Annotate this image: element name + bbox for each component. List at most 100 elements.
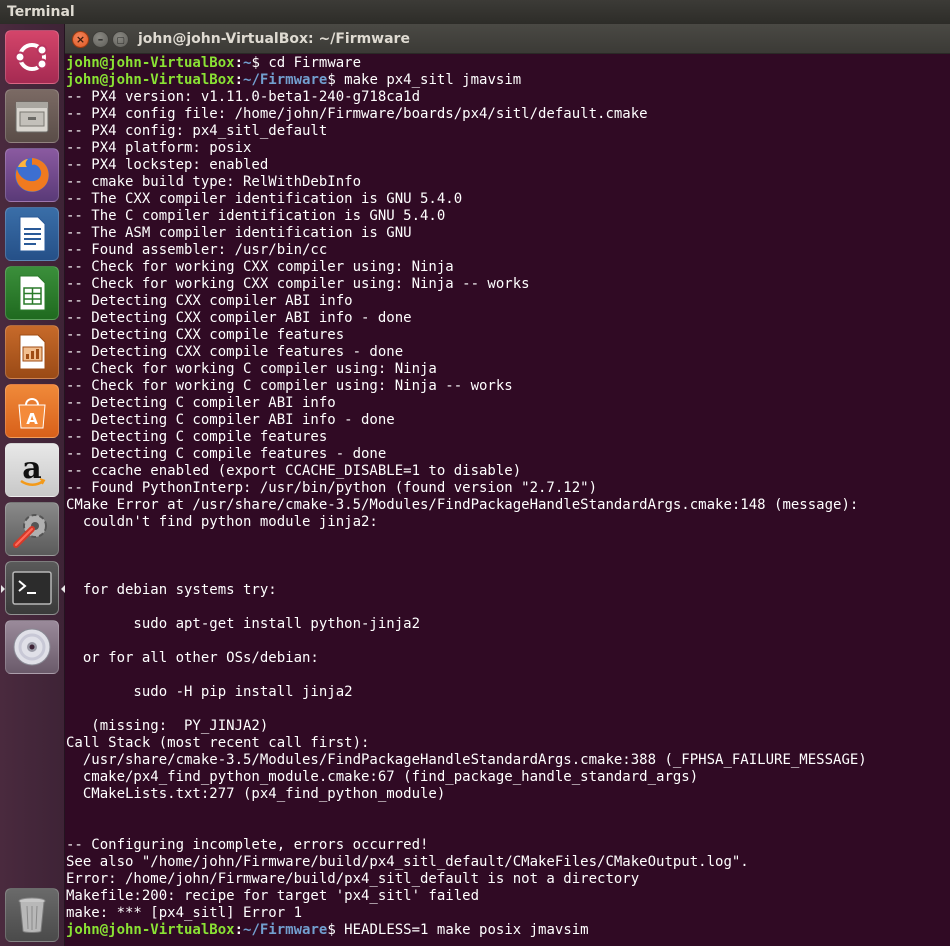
output-line: -- Detecting C compiler ABI info xyxy=(66,395,336,411)
trash-icon xyxy=(18,897,46,933)
firefox-launcher-button[interactable] xyxy=(5,148,59,202)
window-title: john@john-VirtualBox: ~/Firmware xyxy=(138,31,410,47)
output-line: CMakeLists.txt:277 (px4_find_python_modu… xyxy=(66,786,446,802)
top-panel: Terminal xyxy=(0,0,950,24)
libreoffice-impress-icon xyxy=(19,334,46,370)
prompt-user: john@john-VirtualBox xyxy=(66,72,235,88)
prompt-user: john@john-VirtualBox xyxy=(66,922,235,938)
output-line: -- PX4 lockstep: enabled xyxy=(66,157,269,173)
files-icon xyxy=(15,101,49,133)
output-line: -- Configuring incomplete, errors occurr… xyxy=(66,837,429,853)
svg-text:a: a xyxy=(22,451,41,486)
firefox-icon xyxy=(15,158,49,192)
ubuntu-dash-icon xyxy=(14,43,48,71)
prompt-line: john@john-VirtualBox:~$ cd Firmware xyxy=(66,55,362,71)
output-line: -- Detecting C compiler ABI info - done xyxy=(66,412,395,428)
calc-launcher-button[interactable] xyxy=(5,266,59,320)
prompt-path: ~/Firmware xyxy=(243,72,328,88)
libreoffice-calc-icon xyxy=(19,275,46,311)
output-line: Call Stack (most recent call first): xyxy=(66,735,370,751)
output-line: sudo apt-get install python-jinja2 xyxy=(66,616,421,632)
output-line: Makefile:200: recipe for target 'px4_sit… xyxy=(66,888,480,904)
ubuntu-dash-button[interactable] xyxy=(5,30,59,84)
maximize-window-button[interactable]: ▢ xyxy=(112,31,129,48)
output-line: -- PX4 config: px4_sitl_default xyxy=(66,123,328,139)
output-line: -- Detecting CXX compiler ABI info xyxy=(66,293,353,309)
minimize-window-button[interactable]: – xyxy=(92,31,109,48)
output-line: See also "/home/john/Firmware/build/px4_… xyxy=(66,854,749,870)
output-line: -- PX4 config file: /home/john/Firmware/… xyxy=(66,106,648,122)
output-line: (missing: PY_JINJA2) xyxy=(66,718,269,734)
output-line: or for all other OSs/debian: xyxy=(66,650,319,666)
output-line: -- Check for working C compiler using: N… xyxy=(66,361,437,377)
close-icon: × xyxy=(75,33,86,46)
dvd-icon xyxy=(13,628,51,666)
output-line: -- The C compiler identification is GNU … xyxy=(66,208,446,224)
command-text: HEADLESS=1 make posix jmavsim xyxy=(335,922,589,938)
output-line: Error: /home/john/Firmware/build/px4_sit… xyxy=(66,871,640,887)
output-line: cmake/px4_find_python_module.cmake:67 (f… xyxy=(66,769,699,785)
command-text: make px4_sitl jmavsim xyxy=(335,72,522,88)
terminal-launcher-button[interactable] xyxy=(1,561,65,615)
output-line: -- Check for working CXX compiler using:… xyxy=(66,259,454,275)
output-line: -- Detecting CXX compile features - done xyxy=(66,344,404,360)
output-line: -- Detecting CXX compiler ABI info - don… xyxy=(66,310,412,326)
output-line: -- Detecting C compile features xyxy=(66,429,328,445)
impress-launcher-button[interactable] xyxy=(5,325,59,379)
output-line: -- Found PythonInterp: /usr/bin/python (… xyxy=(66,480,598,496)
writer-launcher-button[interactable] xyxy=(5,207,59,261)
dvd-launcher-button[interactable] xyxy=(5,620,59,674)
active-app-name: Terminal xyxy=(7,4,75,20)
output-line: -- Detecting C compile features - done xyxy=(66,446,387,462)
maximize-icon: ▢ xyxy=(116,36,125,46)
prompt-path: ~ xyxy=(243,55,252,71)
software-launcher-button[interactable]: A xyxy=(5,384,59,438)
output-line: for debian systems try: xyxy=(66,582,277,598)
prompt-path: ~/Firmware xyxy=(243,922,328,938)
output-line: -- ccache enabled (export CCACHE_DISABLE… xyxy=(66,463,522,479)
settings-launcher-button[interactable] xyxy=(5,502,59,556)
output-line: couldn't find python module jinja2: xyxy=(66,514,378,530)
output-line: -- Check for working C compiler using: N… xyxy=(66,378,513,394)
minimize-icon: – xyxy=(97,33,104,46)
unity-launcher: A a xyxy=(0,24,65,946)
amazon-launcher-button[interactable]: a xyxy=(5,443,59,497)
output-line: -- The ASM compiler identification is GN… xyxy=(66,225,412,241)
close-window-button[interactable]: × xyxy=(72,31,89,48)
output-line: -- PX4 platform: posix xyxy=(66,140,252,156)
output-line: sudo -H pip install jinja2 xyxy=(66,684,353,700)
output-line: -- Detecting CXX compile features xyxy=(66,327,345,343)
trash-launcher-button[interactable] xyxy=(5,888,59,942)
terminal-output[interactable]: john@john-VirtualBox:~$ cd Firmware john… xyxy=(65,54,950,946)
output-line: -- cmake build type: RelWithDebInfo xyxy=(66,174,362,190)
output-line: CMake Error at /usr/share/cmake-3.5/Modu… xyxy=(66,497,859,513)
terminal-icon xyxy=(12,571,52,605)
output-line: -- The CXX compiler identification is GN… xyxy=(66,191,463,207)
output-line: /usr/share/cmake-3.5/Modules/FindPackage… xyxy=(66,752,867,768)
output-line: -- PX4 version: v1.11.0-beta1-240-g718ca… xyxy=(66,89,421,105)
prompt-line: john@john-VirtualBox:~/Firmware$ HEADLES… xyxy=(66,922,589,938)
window-titlebar[interactable]: × – ▢ john@john-VirtualBox: ~/Firmware xyxy=(65,24,950,54)
files-launcher-button[interactable] xyxy=(5,89,59,143)
svg-text:A: A xyxy=(26,410,38,428)
system-settings-icon xyxy=(13,514,47,548)
prompt-line: john@john-VirtualBox:~/Firmware$ make px… xyxy=(66,72,522,88)
libreoffice-writer-icon xyxy=(19,216,46,252)
command-text: cd Firmware xyxy=(259,55,362,71)
command-output: -- PX4 version: v1.11.0-beta1-240-g718ca… xyxy=(66,89,950,922)
amazon-icon: a xyxy=(20,451,46,486)
prompt-user: john@john-VirtualBox xyxy=(66,55,235,71)
output-line: make: *** [px4_sitl] Error 1 xyxy=(66,905,303,921)
ubuntu-software-icon: A xyxy=(18,398,46,429)
output-line: -- Found assembler: /usr/bin/cc xyxy=(66,242,328,258)
output-line: -- Check for working CXX compiler using:… xyxy=(66,276,530,292)
